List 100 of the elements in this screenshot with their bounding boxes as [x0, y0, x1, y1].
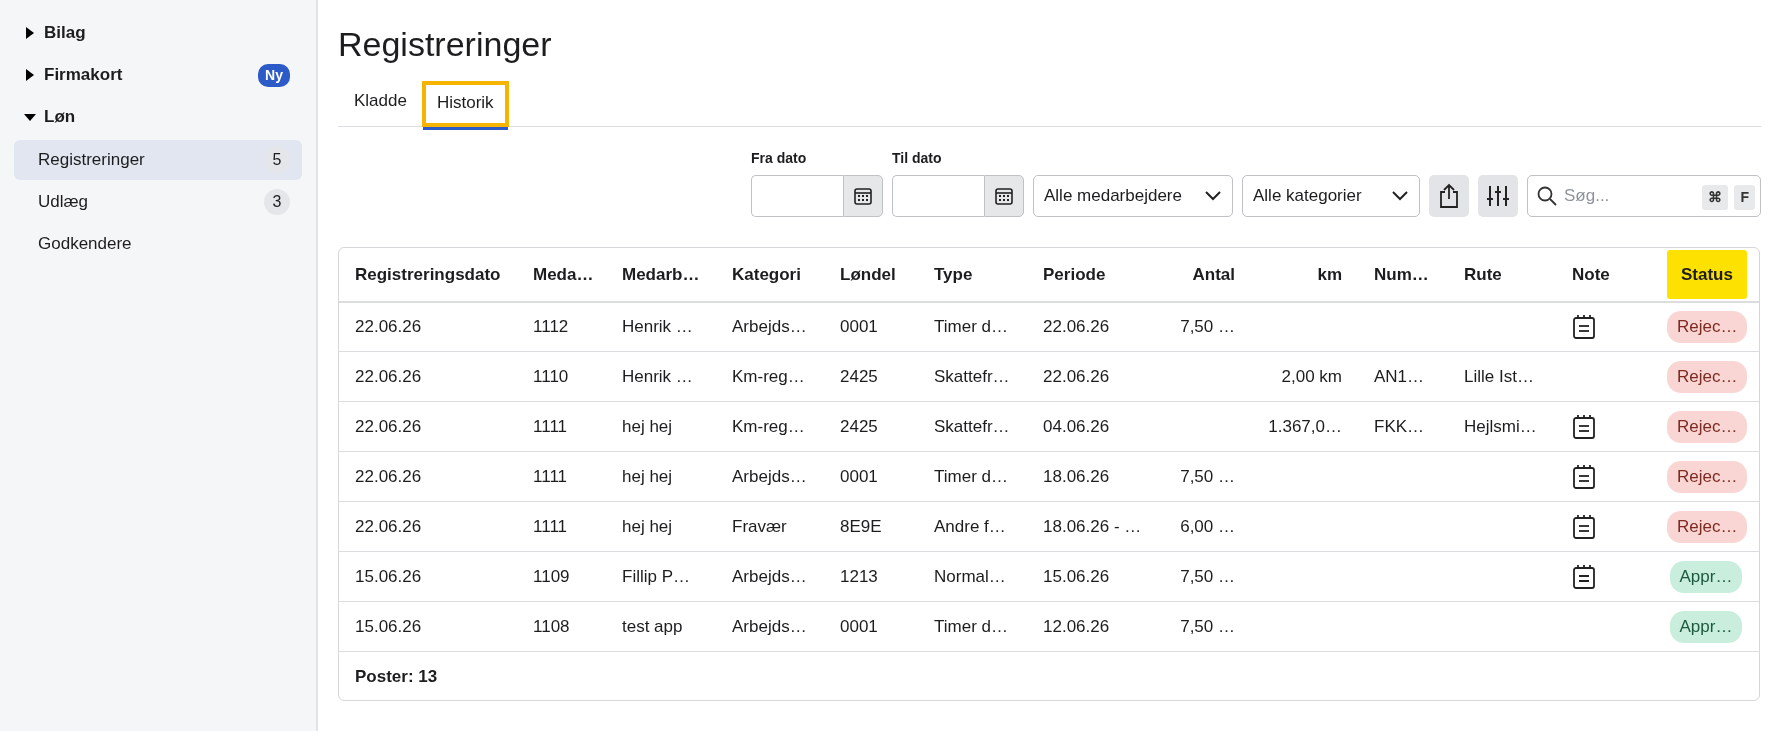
table-cell: Timer d…: [918, 301, 1027, 352]
caret-right-icon[interactable]: [24, 69, 36, 81]
share-icon: [1438, 182, 1460, 209]
table-cell: Arbejds…: [716, 451, 824, 502]
column-header[interactable]: Rute: [1448, 247, 1556, 302]
sidebar-item[interactable]: Registreringer 5: [14, 140, 302, 180]
status-pill: Appr…: [1669, 561, 1743, 593]
table-cell: 22.06.26: [339, 301, 517, 352]
column-header[interactable]: Note: [1556, 247, 1651, 302]
sidebar-group[interactable]: Firmakort: [44, 62, 123, 88]
tab[interactable]: Kladde: [338, 82, 423, 126]
table-cell: 0001: [824, 601, 918, 652]
table-cell: 22.06.26: [1027, 301, 1140, 352]
table-cell: 12.06.26: [1027, 601, 1140, 652]
filter-settings-button[interactable]: [1478, 174, 1518, 217]
sliders-icon: [1486, 183, 1510, 208]
sidebar-item-label: Udlæg: [38, 191, 89, 214]
category-select[interactable]: Alle kategorier: [1242, 174, 1420, 217]
status-pill: Rejec…: [1667, 411, 1748, 443]
column-header[interactable]: km: [1251, 247, 1358, 302]
table-cell: 15.06.26: [1027, 551, 1140, 602]
calendar-button[interactable]: [984, 174, 1024, 217]
column-header[interactable]: Antal: [1140, 247, 1251, 302]
to-date-field[interactable]: [892, 174, 984, 217]
column-header[interactable]: Kategori: [716, 247, 824, 302]
table-cell: Skattefr…: [918, 401, 1027, 452]
table-cell: hej hej: [606, 401, 716, 452]
from-date-field[interactable]: [751, 174, 843, 217]
sidebar-item[interactable]: Udlæg 3: [14, 182, 302, 222]
table-cell: Km-reg…: [716, 351, 824, 402]
table-cell: FKK…: [1358, 401, 1448, 452]
note-icon[interactable]: [1572, 514, 1596, 541]
table-cell: Km-reg…: [716, 401, 824, 452]
table-cell: Arbejds…: [716, 601, 824, 652]
column-header[interactable]: Meda…: [517, 247, 606, 302]
column-header[interactable]: Registreringsdato: [339, 247, 517, 302]
table-cell: 7,50 …: [1140, 551, 1251, 602]
calendar-icon: [853, 185, 873, 206]
note-icon[interactable]: [1572, 414, 1596, 441]
table-cell: Fravær: [716, 501, 824, 552]
table-cell: 1108: [517, 601, 606, 652]
column-header[interactable]: Status: [1667, 249, 1747, 300]
employee-select[interactable]: Alle medarbejdere: [1033, 174, 1233, 217]
sidebar-item-label: Godkendere: [38, 233, 132, 256]
caret-right-icon[interactable]: [24, 27, 36, 39]
table-cell: 22.06.26: [339, 451, 517, 502]
column-header[interactable]: Num…: [1358, 247, 1448, 302]
table-cell: AN1…: [1358, 351, 1448, 402]
table-cell: Timer d…: [918, 451, 1027, 502]
table-cell: Timer d…: [918, 601, 1027, 652]
sidebar-item-label: Registreringer: [38, 149, 145, 172]
table-cell: 22.06.26: [339, 401, 517, 452]
table-cell: hej hej: [606, 501, 716, 552]
calendar-icon: [994, 185, 1014, 206]
sidebar-group[interactable]: Bilag: [44, 20, 86, 46]
shortcut-key: ⌘: [1702, 184, 1729, 210]
table-cell: 22.06.26: [1027, 351, 1140, 402]
table-cell: 1109: [517, 551, 606, 602]
status-pill: Rejec…: [1667, 511, 1748, 543]
column-header[interactable]: Løndel: [824, 247, 918, 302]
new-badge: Ny: [258, 63, 290, 87]
table-cell: 2425: [824, 351, 918, 402]
table-cell: Hejlsmi…: [1448, 401, 1556, 452]
table-cell: hej hej: [606, 451, 716, 502]
table-cell: Andre f…: [918, 501, 1027, 552]
page-title: Registreringer: [338, 24, 553, 65]
note-icon[interactable]: [1572, 464, 1596, 491]
table-cell: 6,00 …: [1140, 501, 1251, 552]
column-header[interactable]: Type: [918, 247, 1027, 302]
count-badge: 5: [264, 147, 290, 173]
table-cell: 7,50 …: [1140, 301, 1251, 352]
table-cell: 1112: [517, 301, 606, 352]
shortcut-key: F: [1734, 184, 1755, 210]
sidebar-item[interactable]: Godkendere: [14, 224, 302, 264]
table-cell: Lille Ist…: [1448, 351, 1556, 402]
caret-down-icon[interactable]: [24, 111, 36, 123]
select-value: Alle medarbejdere: [1044, 185, 1182, 208]
table-cell: 15.06.26: [339, 551, 517, 602]
table-cell: 1.367,0…: [1251, 401, 1358, 452]
table-cell: Skattefr…: [918, 351, 1027, 402]
field-label: Fra dato: [751, 148, 808, 168]
table-cell: 1111: [517, 451, 606, 502]
export-button[interactable]: [1429, 174, 1469, 217]
note-icon[interactable]: [1572, 314, 1596, 341]
calendar-button[interactable]: [843, 174, 883, 217]
table-cell: 1111: [517, 401, 606, 452]
table-cell: 1110: [517, 351, 606, 402]
field-label: Til dato: [892, 148, 943, 168]
column-header[interactable]: Medarb…: [606, 247, 716, 302]
sidebar-group[interactable]: Løn: [44, 104, 76, 130]
table-cell: 04.06.26: [1027, 401, 1140, 452]
status-pill: Rejec…: [1667, 311, 1748, 343]
table-cell: 0001: [824, 301, 918, 352]
table-cell: Normal…: [918, 551, 1027, 602]
count-badge: 3: [264, 189, 290, 215]
chevron-down-icon: [1391, 189, 1409, 202]
note-icon[interactable]: [1572, 564, 1596, 591]
table-cell: 7,50 …: [1140, 601, 1251, 652]
status-pill: Rejec…: [1667, 461, 1748, 493]
column-header[interactable]: Periode: [1027, 247, 1140, 302]
